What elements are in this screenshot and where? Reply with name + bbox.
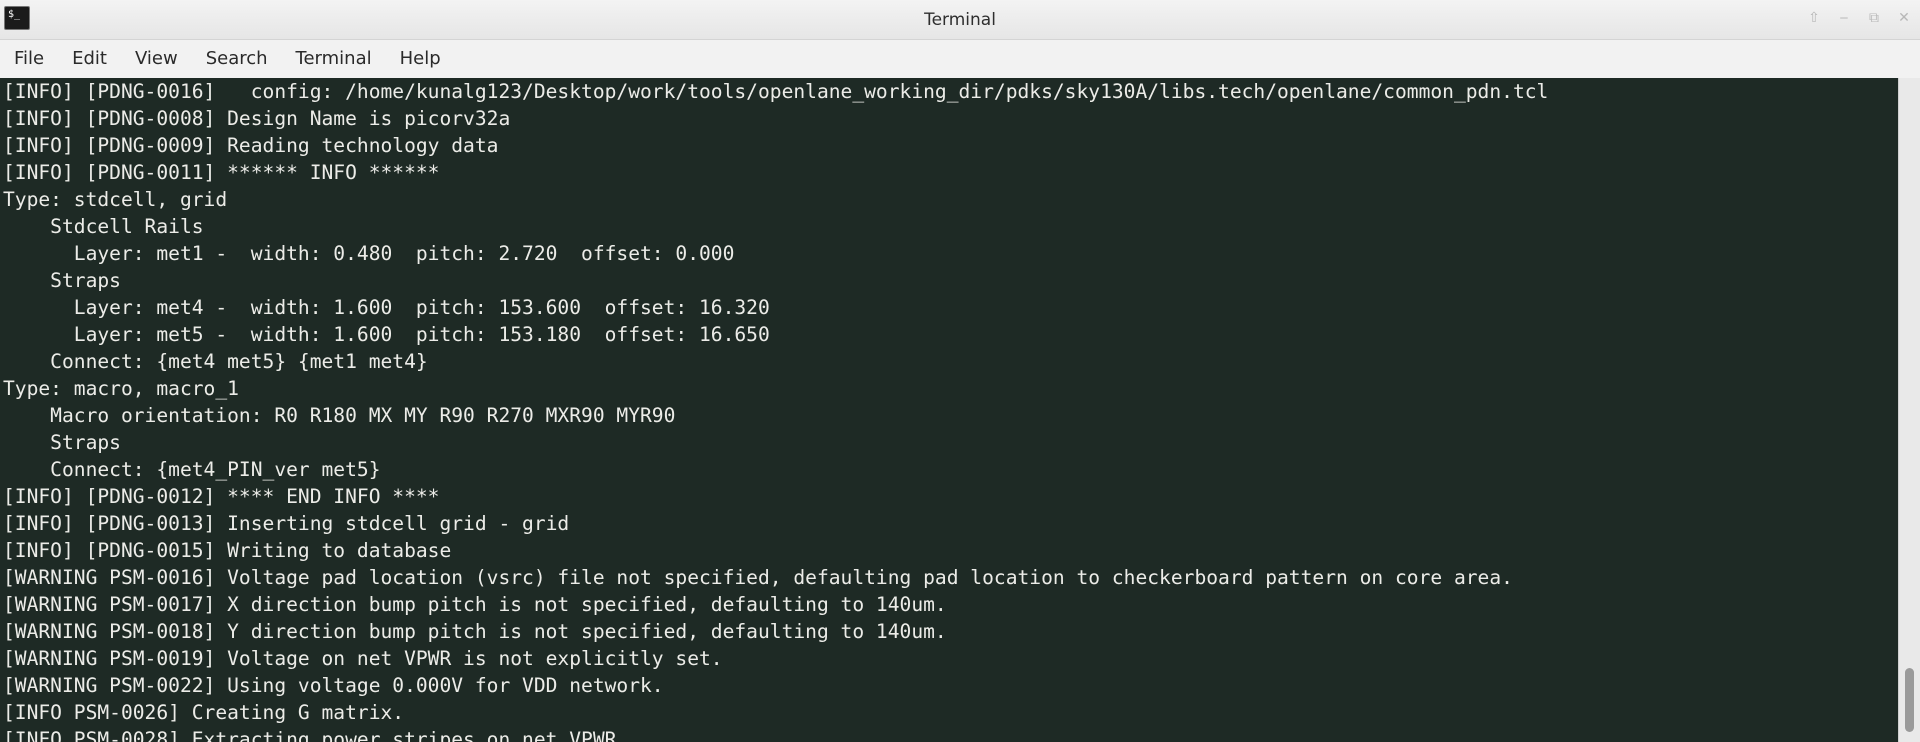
up-arrow-icon[interactable]: ⇧ (1802, 6, 1826, 30)
minimize-icon[interactable]: ‒ (1832, 6, 1856, 30)
terminal-line: Straps (3, 269, 121, 292)
terminal-line: Macro orientation: R0 R180 MX MY R90 R27… (3, 404, 676, 427)
window-controls: ⇧ ‒ ⧉ ✕ (1802, 6, 1916, 30)
menu-terminal[interactable]: Terminal (282, 40, 386, 78)
terminal-line: Connect: {met4_PIN_ver met5} (3, 458, 381, 481)
menu-view[interactable]: View (121, 40, 192, 78)
terminal-line: [INFO] [PDNG-0011] ****** INFO ****** (3, 161, 440, 184)
menu-edit[interactable]: Edit (58, 40, 121, 78)
terminal-line: [INFO PSM-0028] Extracting power stripes… (3, 728, 617, 742)
terminal-line: Stdcell Rails (3, 215, 204, 238)
terminal-line: Layer: met1 - width: 0.480 pitch: 2.720 … (3, 242, 735, 265)
menu-bar: File Edit View Search Terminal Help (0, 40, 1920, 78)
terminal-line: [INFO] [PDNG-0013] Inserting stdcell gri… (3, 512, 570, 535)
maximize-icon[interactable]: ⧉ (1862, 6, 1886, 30)
title-bar[interactable]: $_ Terminal ⇧ ‒ ⧉ ✕ (0, 0, 1920, 40)
menu-help[interactable]: Help (386, 40, 455, 78)
terminal-line: [INFO PSM-0026] Creating G matrix. (3, 701, 405, 724)
terminal-line: Layer: met4 - width: 1.600 pitch: 153.60… (3, 296, 770, 319)
menu-file[interactable]: File (0, 40, 58, 78)
terminal-line: Type: stdcell, grid (3, 188, 228, 211)
terminal-window: $_ Terminal ⇧ ‒ ⧉ ✕ File Edit View Searc… (0, 0, 1920, 742)
terminal-line: Straps (3, 431, 121, 454)
terminal-line: [INFO] [PDNG-0016] config: /home/kunalg1… (3, 80, 1549, 103)
terminal-line: [INFO] [PDNG-0012] **** END INFO **** (3, 485, 440, 508)
scrollbar-thumb[interactable] (1905, 668, 1914, 732)
terminal-line: Type: macro, macro_1 (3, 377, 239, 400)
menu-search[interactable]: Search (192, 40, 282, 78)
terminal-line: [INFO] [PDNG-0009] Reading technology da… (3, 134, 499, 157)
terminal-line: [WARNING PSM-0016] Voltage pad location … (3, 566, 1513, 589)
window-title: Terminal (924, 10, 996, 30)
terminal-line: Connect: {met4 met5} {met1 met4} (3, 350, 428, 373)
terminal-line: [WARNING PSM-0019] Voltage on net VPWR i… (3, 647, 723, 670)
terminal-line: Layer: met5 - width: 1.600 pitch: 153.18… (3, 323, 770, 346)
close-icon[interactable]: ✕ (1892, 6, 1916, 30)
terminal-line: [WARNING PSM-0017] X direction bump pitc… (3, 593, 947, 616)
terminal-line: [WARNING PSM-0018] Y direction bump pitc… (3, 620, 947, 643)
terminal-output[interactable]: [INFO] [PDNG-0016] config: /home/kunalg1… (0, 78, 1898, 742)
terminal-line: [INFO] [PDNG-0008] Design Name is picorv… (3, 107, 511, 130)
terminal-line: [INFO] [PDNG-0015] Writing to database (3, 539, 452, 562)
vertical-scrollbar[interactable] (1898, 78, 1920, 742)
terminal-line: [WARNING PSM-0022] Using voltage 0.000V … (3, 674, 664, 697)
